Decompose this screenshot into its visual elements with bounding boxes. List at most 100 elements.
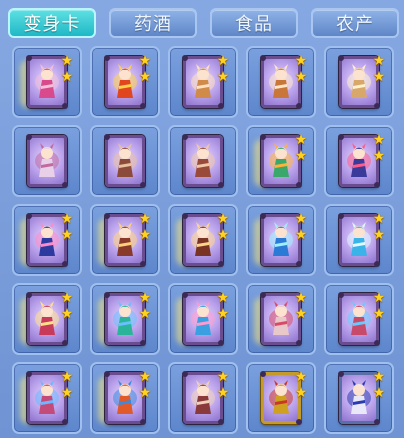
item-slot[interactable]: ★ ★ (90, 283, 160, 355)
tab-food[interactable]: 食品 (210, 8, 298, 38)
transform-card-rabbit-maiden (26, 134, 68, 188)
fire-monkey-icon (113, 64, 137, 98)
warrior-icon (113, 222, 137, 256)
star-icon: ★ (216, 385, 230, 401)
star-rating: ★ ★ (372, 133, 386, 163)
star-icon: ★ (60, 385, 74, 401)
phoenix-icon (347, 301, 371, 335)
star-rating: ★ ★ (216, 370, 230, 400)
star-icon: ★ (372, 290, 386, 306)
star-rating: ★ ★ (138, 212, 152, 242)
rabbit-demon-icon (269, 301, 293, 335)
star-rating: ★ ★ (60, 212, 74, 242)
star-icon: ★ (372, 306, 386, 322)
item-slot[interactable]: ★ ★ (12, 46, 82, 118)
star-icon: ★ (294, 53, 308, 69)
star-icon: ★ (294, 290, 308, 306)
item-slot[interactable] (90, 125, 160, 197)
star-icon: ★ (294, 69, 308, 85)
fox-spirit-icon (191, 64, 215, 98)
star-rating: ★ ★ (294, 212, 308, 242)
item-slot[interactable] (168, 125, 238, 197)
item-slot[interactable]: ★ ★ (324, 125, 394, 197)
sage-warrior-icon (35, 301, 59, 335)
item-slot[interactable]: ★ ★ (246, 204, 316, 276)
star-icon: ★ (372, 227, 386, 243)
item-slot[interactable]: ★ ★ (90, 204, 160, 276)
item-slot[interactable]: ★ ★ (12, 362, 82, 434)
star-rating: ★ ★ (372, 54, 386, 84)
star-rating: ★ ★ (60, 370, 74, 400)
star-icon: ★ (216, 53, 230, 69)
phoenix-2-icon (35, 380, 59, 414)
item-slot[interactable]: ★ ★ (12, 204, 82, 276)
monkey-monk-icon (347, 64, 371, 98)
item-slot[interactable]: ★ ★ (168, 283, 238, 355)
item-slot[interactable]: ★ ★ (168, 362, 238, 434)
star-rating: ★ ★ (138, 291, 152, 321)
star-icon: ★ (138, 290, 152, 306)
star-rating: ★ ★ (216, 291, 230, 321)
star-rating: ★ ★ (294, 370, 308, 400)
star-rating: ★ ★ (294, 291, 308, 321)
item-slot[interactable]: ★ ★ (90, 362, 160, 434)
rabbit-maiden-icon (35, 143, 59, 177)
item-slot[interactable]: ★ ★ (168, 204, 238, 276)
star-icon: ★ (60, 369, 74, 385)
star-icon: ★ (294, 148, 308, 164)
star-icon: ★ (216, 211, 230, 227)
transform-card-bat-demon (104, 134, 146, 188)
star-icon: ★ (138, 369, 152, 385)
item-slot[interactable]: ★ ★ (324, 283, 394, 355)
blue-horse-icon (35, 222, 59, 256)
star-icon: ★ (216, 69, 230, 85)
item-slot[interactable] (12, 125, 82, 197)
star-icon: ★ (294, 369, 308, 385)
star-rating: ★ ★ (60, 54, 74, 84)
star-icon: ★ (138, 385, 152, 401)
star-rating: ★ ★ (372, 370, 386, 400)
star-icon: ★ (60, 211, 74, 227)
item-slot[interactable]: ★ ★ (90, 46, 160, 118)
star-icon: ★ (138, 211, 152, 227)
warrior-2-icon (191, 222, 215, 256)
star-icon: ★ (216, 227, 230, 243)
inventory-panel: 变身卡 药酒 食品 农产 ★ ★ ★ ★ ★ ★ ★ ★ ★ ★ ★ ★ ★ ★ ★ ★ ★ ★ ★ ★ ★ ★ ★ ★ ★ ★ ★… (0, 0, 404, 438)
ice-horse-icon (347, 143, 371, 177)
item-slot[interactable]: ★ ★ (324, 362, 394, 434)
star-rating: ★ ★ (216, 54, 230, 84)
sun-warrior-icon (113, 380, 137, 414)
star-rating: ★ ★ (138, 370, 152, 400)
star-icon: ★ (372, 385, 386, 401)
water-spirit-icon (269, 222, 293, 256)
star-icon: ★ (216, 290, 230, 306)
star-icon: ★ (60, 306, 74, 322)
item-slot[interactable]: ★ ★ (246, 125, 316, 197)
item-slot[interactable]: ★ ★ (246, 362, 316, 434)
star-rating: ★ ★ (294, 54, 308, 84)
tab-transform-card[interactable]: 变身卡 (8, 8, 96, 38)
star-icon: ★ (372, 69, 386, 85)
star-icon: ★ (60, 290, 74, 306)
silver-knight-icon (347, 380, 371, 414)
item-slot[interactable]: ★ ★ (246, 283, 316, 355)
item-slot[interactable]: ★ ★ (168, 46, 238, 118)
item-slot[interactable]: ★ ★ (324, 46, 394, 118)
bat-demon-icon (113, 143, 137, 177)
tab-medicine-wine[interactable]: 药酒 (109, 8, 197, 38)
bat-demon-2-icon (191, 143, 215, 177)
star-icon: ★ (138, 306, 152, 322)
golden-monkey-icon (269, 380, 293, 414)
item-slot[interactable]: ★ ★ (246, 46, 316, 118)
star-rating: ★ ★ (216, 212, 230, 242)
item-slot[interactable]: ★ ★ (12, 283, 82, 355)
tab-farm-produce[interactable]: 农产 (311, 8, 399, 38)
star-icon: ★ (372, 211, 386, 227)
butterfly-fairy-icon (191, 301, 215, 335)
item-slot[interactable]: ★ ★ (324, 204, 394, 276)
peacock-icon (113, 301, 137, 335)
fox-spirit-2-icon (269, 64, 293, 98)
dragon-icon (269, 143, 293, 177)
bat-demon-3-icon (191, 380, 215, 414)
purple-dancer-icon (35, 64, 59, 98)
